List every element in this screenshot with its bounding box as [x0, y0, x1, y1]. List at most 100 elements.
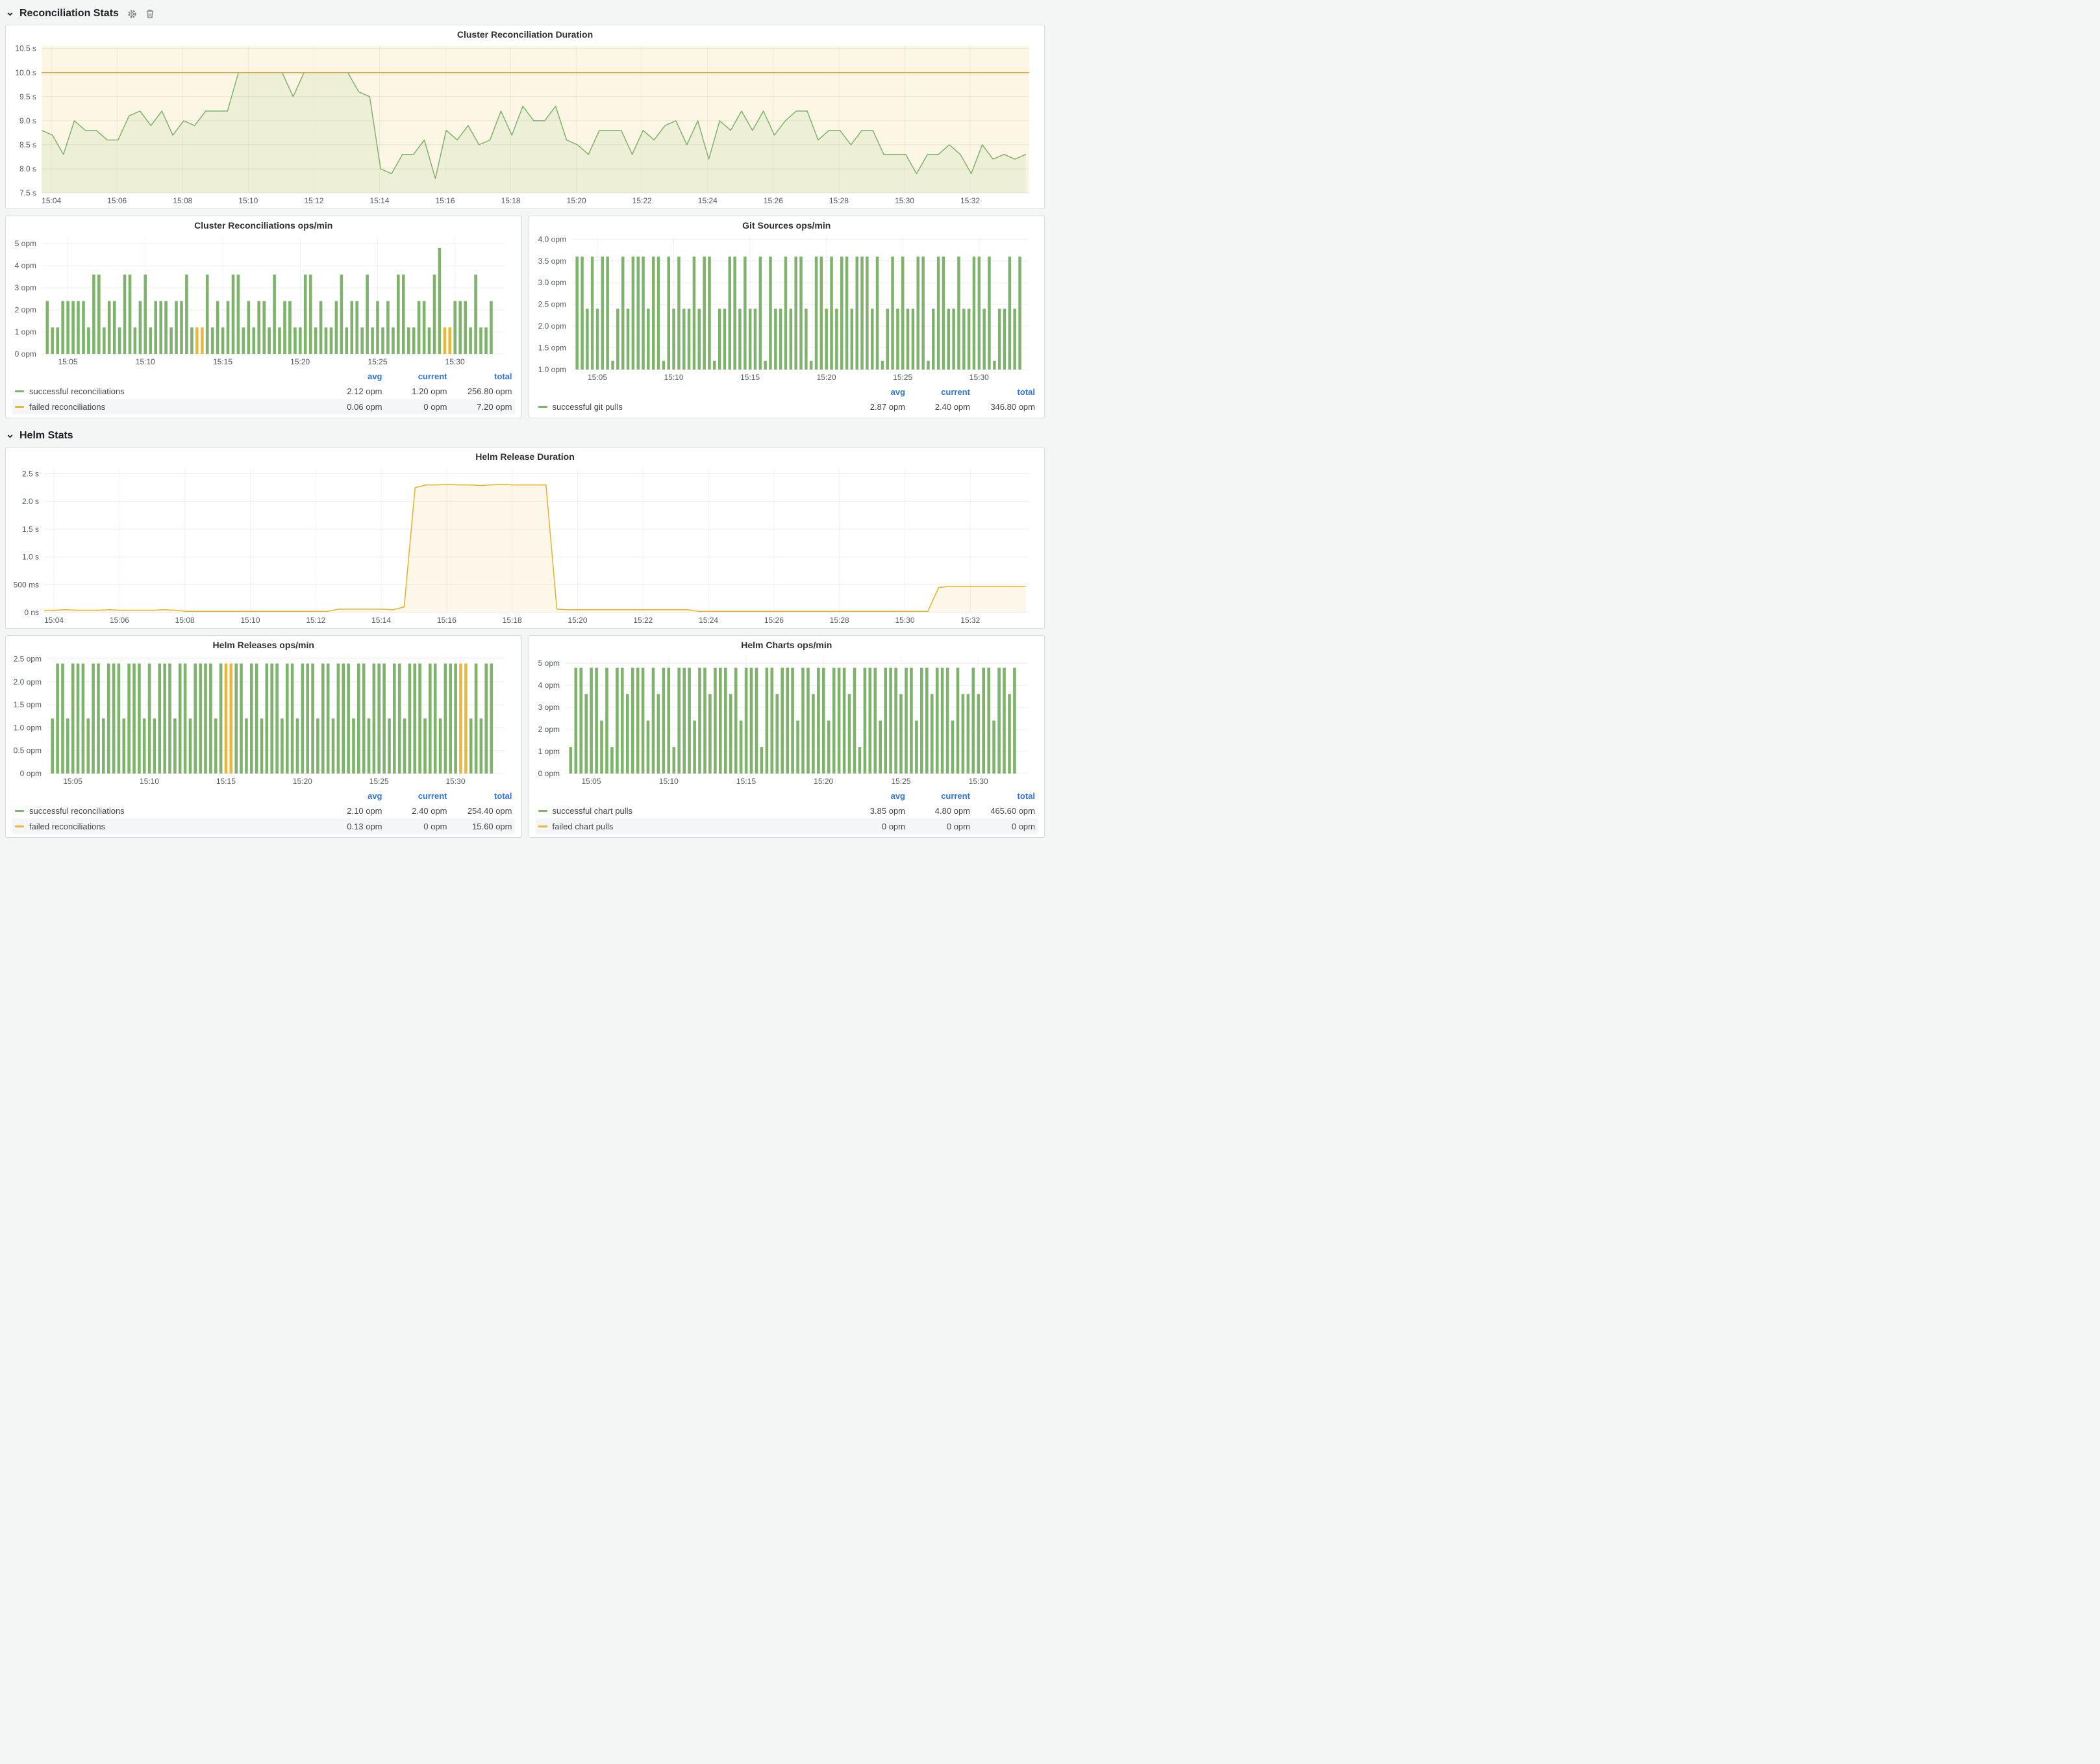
svg-text:0.5 opm: 0.5 opm: [14, 746, 42, 755]
svg-text:10.0 s: 10.0 s: [15, 68, 36, 77]
legend-series-label[interactable]: successful reconciliations: [29, 806, 125, 816]
legend-series-swatch: [538, 406, 547, 408]
svg-text:10.5 s: 10.5 s: [15, 44, 36, 53]
legend-series-swatch: [538, 825, 547, 827]
svg-text:15:30: 15:30: [969, 373, 989, 382]
panel-title[interactable]: Cluster Reconciliations ops/min: [6, 216, 521, 232]
svg-text:1.0 opm: 1.0 opm: [14, 723, 42, 732]
svg-text:1 opm: 1 opm: [538, 747, 559, 756]
panel-title[interactable]: Helm Releases ops/min: [6, 636, 521, 651]
svg-text:2 opm: 2 opm: [15, 305, 36, 314]
svg-text:15:25: 15:25: [369, 777, 389, 786]
svg-text:1.5 s: 1.5 s: [22, 525, 39, 534]
helm-release-duration-chart[interactable]: 15:0415:0615:0815:1015:1215:1415:1615:18…: [12, 463, 1038, 628]
section-header-reconciliation-stats: Reconciliation Stats: [5, 4, 1045, 23]
svg-text:0 opm: 0 opm: [15, 349, 36, 359]
svg-text:1.0 s: 1.0 s: [22, 553, 39, 562]
legend-sort-header[interactable]: total: [447, 372, 512, 381]
gear-icon[interactable]: [127, 9, 137, 19]
legend-header: avgcurrenttotal: [536, 385, 1038, 399]
legend-sort-header[interactable]: total: [970, 387, 1035, 397]
svg-text:15:14: 15:14: [371, 616, 391, 625]
legend-row: successful reconciliations2.10 opm2.40 o…: [12, 803, 515, 818]
legend-value: 0 opm: [382, 822, 447, 831]
cluster-reconciliation-duration-chart[interactable]: 15:0415:0615:0815:1015:1215:1415:1615:18…: [12, 41, 1038, 208]
legend-header: avgcurrenttotal: [536, 789, 1038, 803]
dashboard: Reconciliation Stats Cluster Reconciliat…: [0, 0, 1050, 844]
panel-title[interactable]: Helm Release Duration: [6, 447, 1044, 463]
legend-series-label[interactable]: successful git pulls: [553, 402, 623, 412]
legend: avgcurrenttotalsuccessful chart pulls3.8…: [529, 789, 1045, 837]
svg-text:5 opm: 5 opm: [538, 659, 559, 668]
svg-text:2.5 s: 2.5 s: [22, 470, 39, 479]
legend-series-swatch: [538, 810, 547, 812]
svg-text:15:14: 15:14: [369, 196, 389, 205]
legend-sort-header[interactable]: current: [382, 372, 447, 381]
legend-value: 0.06 opm: [318, 402, 382, 412]
svg-text:15:10: 15:10: [240, 616, 260, 625]
legend-sort-header[interactable]: total: [447, 791, 512, 801]
svg-text:15:20: 15:20: [567, 196, 586, 205]
svg-text:15:24: 15:24: [698, 196, 718, 205]
svg-text:15:12: 15:12: [306, 616, 325, 625]
chevron-down-icon[interactable]: [6, 433, 14, 440]
legend-series-label[interactable]: failed chart pulls: [553, 822, 614, 831]
legend-series-label[interactable]: failed reconciliations: [29, 402, 105, 412]
legend-sort-header[interactable]: current: [905, 387, 970, 397]
svg-text:15:05: 15:05: [58, 357, 78, 366]
legend-sort-header[interactable]: avg: [318, 791, 382, 801]
panel-title[interactable]: Git Sources ops/min: [529, 216, 1045, 232]
svg-text:2 opm: 2 opm: [538, 725, 559, 734]
svg-text:0 ns: 0 ns: [24, 608, 39, 617]
svg-text:15:16: 15:16: [437, 616, 456, 625]
svg-text:15:15: 15:15: [216, 777, 236, 786]
legend-series-label[interactable]: successful reconciliations: [29, 386, 125, 396]
svg-text:15:30: 15:30: [445, 357, 465, 366]
svg-text:15:15: 15:15: [740, 373, 760, 382]
svg-text:15:05: 15:05: [63, 777, 82, 786]
legend-series-label[interactable]: successful chart pulls: [553, 806, 633, 816]
cluster-reconciliations-chart[interactable]: 15:0515:1015:1515:2015:2515:300 opm1 opm…: [13, 232, 514, 370]
legend-value: 0.13 opm: [318, 822, 382, 831]
helm-charts-chart[interactable]: 15:0515:1015:1515:2015:2515:300 opm1 opm…: [536, 651, 1037, 789]
chevron-down-icon[interactable]: [6, 10, 14, 18]
svg-text:15:30: 15:30: [895, 196, 914, 205]
section-title[interactable]: Helm Stats: [19, 430, 73, 442]
legend-sort-header[interactable]: avg: [318, 372, 382, 381]
helm-releases-chart[interactable]: 15:0515:1015:1515:2015:2515:300 opm0.5 o…: [13, 651, 514, 789]
section-title[interactable]: Reconciliation Stats: [19, 8, 119, 19]
svg-text:15:28: 15:28: [830, 616, 849, 625]
legend: avgcurrenttotal successful reconciliation…: [6, 789, 521, 837]
legend-sort-header[interactable]: current: [905, 791, 970, 801]
legend-value: 254.40 opm: [447, 806, 512, 816]
svg-text:15:10: 15:10: [664, 373, 683, 382]
panel-helm-release-duration: Helm Release Duration 15:0415:0615:0815:…: [5, 447, 1045, 629]
legend-series-label[interactable]: failed reconciliations: [29, 822, 105, 831]
legend-sort-header[interactable]: total: [970, 791, 1035, 801]
svg-text:15:08: 15:08: [173, 196, 192, 205]
svg-text:2.0 s: 2.0 s: [22, 497, 39, 506]
svg-text:4 opm: 4 opm: [15, 261, 36, 270]
panel-title[interactable]: Cluster Reconciliation Duration: [6, 25, 1044, 41]
trash-icon[interactable]: [145, 9, 155, 19]
svg-text:2.5 opm: 2.5 opm: [14, 655, 42, 664]
git-sources-chart[interactable]: 15:0515:1015:1515:2015:2515:301.0 opm1.5…: [536, 232, 1037, 385]
svg-text:15:10: 15:10: [136, 357, 155, 366]
panel-title[interactable]: Helm Charts ops/min: [529, 636, 1045, 651]
svg-text:15:25: 15:25: [891, 777, 910, 786]
svg-text:15:10: 15:10: [140, 777, 159, 786]
legend-series-swatch: [15, 810, 24, 812]
svg-text:15:30: 15:30: [446, 777, 466, 786]
legend-row: failed reconciliations0.06 opm0 opm7.20 …: [12, 399, 515, 414]
legend-sort-header[interactable]: avg: [840, 387, 905, 397]
svg-text:2.0 opm: 2.0 opm: [14, 677, 42, 687]
svg-text:15:15: 15:15: [213, 357, 232, 366]
legend-value: 2.12 opm: [318, 386, 382, 396]
legend-sort-header[interactable]: avg: [840, 791, 905, 801]
legend: avgcurrenttotal successful reconciliation…: [6, 370, 521, 418]
svg-text:15:20: 15:20: [290, 357, 310, 366]
svg-text:15:18: 15:18: [501, 196, 521, 205]
panel-cluster-reconciliation-duration: Cluster Reconciliation Duration 15:0415:…: [5, 25, 1045, 209]
legend-sort-header[interactable]: current: [382, 791, 447, 801]
svg-text:15:05: 15:05: [588, 373, 607, 382]
